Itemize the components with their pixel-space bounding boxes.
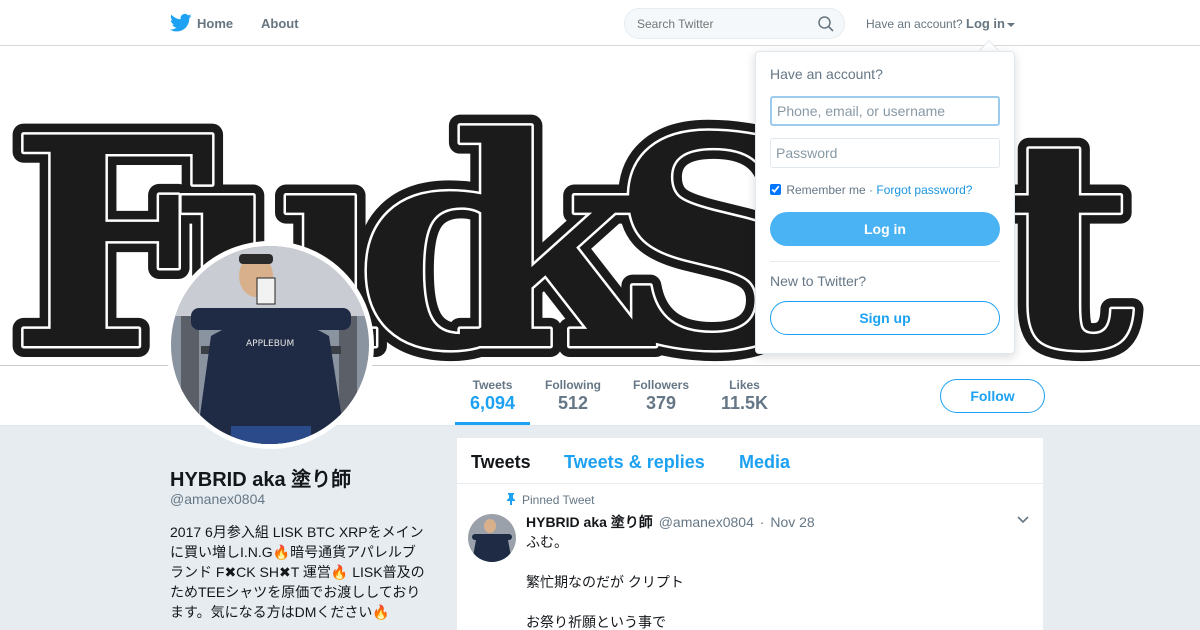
fire-emoji-icon: 🔥	[272, 544, 291, 560]
search-icon[interactable]	[818, 16, 834, 32]
search-box[interactable]	[624, 8, 845, 39]
login-link-label[interactable]: Log in	[966, 16, 1005, 31]
stat-label: Tweets	[472, 378, 513, 392]
tweet-header: HYBRID aka 塗り師 @amanex0804 · Nov 28	[526, 512, 815, 532]
svg-text:APPLEBUM: APPLEBUM	[246, 339, 294, 349]
tweet-separator: ·	[759, 514, 765, 530]
timeline-tabs: Tweets Tweets & replies Media	[457, 438, 1043, 484]
tab-tweets-replies[interactable]: Tweets & replies	[564, 452, 705, 473]
stat-label: Likes	[729, 378, 760, 392]
bio-text: 暗号通貨アパレルブ	[290, 544, 416, 560]
search-input[interactable]	[637, 17, 807, 31]
forgot-password-link[interactable]: Forgot password?	[876, 183, 972, 197]
tweet-avatar-photo	[468, 514, 516, 562]
stat-likes[interactable]: Likes 11.5K	[721, 378, 768, 414]
tweet-text: ふむ。 繁忙期なのだが クリプト お祭り祈願という事で	[526, 532, 684, 630]
bio-text: ランド F✖CK SH✖T 運営	[170, 564, 331, 580]
stat-label: Followers	[633, 378, 690, 392]
bio-text: ます。気になる方はDMください	[170, 604, 373, 620]
tweet-avatar[interactable]	[468, 514, 516, 562]
divider	[770, 261, 1000, 262]
twitter-bird-icon[interactable]	[170, 13, 192, 33]
nav-home-link[interactable]: Home	[197, 16, 233, 31]
tab-media[interactable]: Media	[739, 452, 790, 473]
have-account-text: Have an account?	[866, 17, 963, 31]
profile-bio: 2017 6月参入組 LISK BTC XRPをメイン に買い増しI.N.G🔥暗…	[170, 522, 432, 622]
bio-text: に買い増しI.N.G	[170, 544, 273, 560]
profile-avatar[interactable]: APPLEBUM	[166, 241, 374, 449]
caret-down-icon	[1007, 22, 1015, 27]
bio-text: LISK普及の	[352, 564, 425, 580]
stat-value: 512	[557, 393, 589, 413]
tweet-author-name[interactable]: HYBRID aka 塗り師	[526, 514, 653, 530]
follow-button[interactable]: Follow	[940, 379, 1045, 413]
pin-icon	[507, 493, 515, 505]
top-navigation-bar: Home About Have an account? Log in	[0, 0, 1200, 46]
svg-text:t: t	[1000, 75, 1136, 366]
password-field[interactable]	[770, 138, 1000, 168]
tweet-line: お祭り祈願という事で	[526, 614, 666, 630]
separator: ·	[869, 183, 874, 197]
bio-text: ためTEEシャツを原価でお渡ししており	[170, 584, 421, 600]
stat-label: Following	[545, 378, 601, 392]
pinned-tweet-label: Pinned Tweet	[506, 493, 595, 507]
tab-tweets[interactable]: Tweets	[471, 452, 531, 473]
stat-value: 6,094	[470, 393, 516, 413]
login-button[interactable]: Log in	[770, 212, 1000, 246]
nav-about-link[interactable]: About	[261, 16, 299, 31]
stat-value: 379	[645, 393, 677, 413]
remember-me-checkbox[interactable]	[770, 184, 781, 195]
remember-me-row: Remember me · Forgot password?	[770, 183, 972, 197]
timeline: Tweets Tweets & replies Media Pinned Twe…	[456, 437, 1044, 630]
stat-tweets[interactable]: Tweets 6,094	[470, 378, 515, 414]
stat-followers[interactable]: Followers 379	[633, 378, 689, 414]
profile-handle[interactable]: @amanex0804	[170, 491, 265, 507]
dropdown-title: Have an account?	[770, 66, 883, 82]
tweet-date[interactable]: Nov 28	[770, 514, 814, 530]
login-dropdown-toggle[interactable]: Log in	[966, 16, 1015, 31]
stat-value: 11.5K	[721, 393, 769, 413]
pinned-text: Pinned Tweet	[522, 493, 595, 507]
login-dropdown: Have an account? Remember me · Forgot pa…	[755, 51, 1015, 354]
stat-following[interactable]: Following 512	[545, 378, 601, 414]
bio-text: 2017 6月参入組 LISK BTC XRPをメイン	[170, 524, 424, 540]
signup-button[interactable]: Sign up	[770, 301, 1000, 335]
tweet-line: ふむ。	[526, 534, 568, 550]
active-stat-underline	[455, 422, 530, 425]
fire-emoji-icon: 🔥	[372, 604, 390, 620]
avatar-photo: APPLEBUM	[171, 246, 369, 444]
fire-emoji-icon: 🔥	[330, 564, 349, 580]
username-field[interactable]	[770, 96, 1000, 126]
chevron-down-icon[interactable]	[1017, 516, 1029, 524]
remember-me-label[interactable]: Remember me	[786, 183, 865, 197]
new-to-twitter-text: New to Twitter?	[770, 273, 867, 289]
tweet-author-handle[interactable]: @amanex0804	[659, 514, 754, 530]
profile-name[interactable]: HYBRID aka 塗り師	[170, 463, 351, 492]
tweet-line: 繁忙期なのだが クリプト	[526, 574, 684, 590]
